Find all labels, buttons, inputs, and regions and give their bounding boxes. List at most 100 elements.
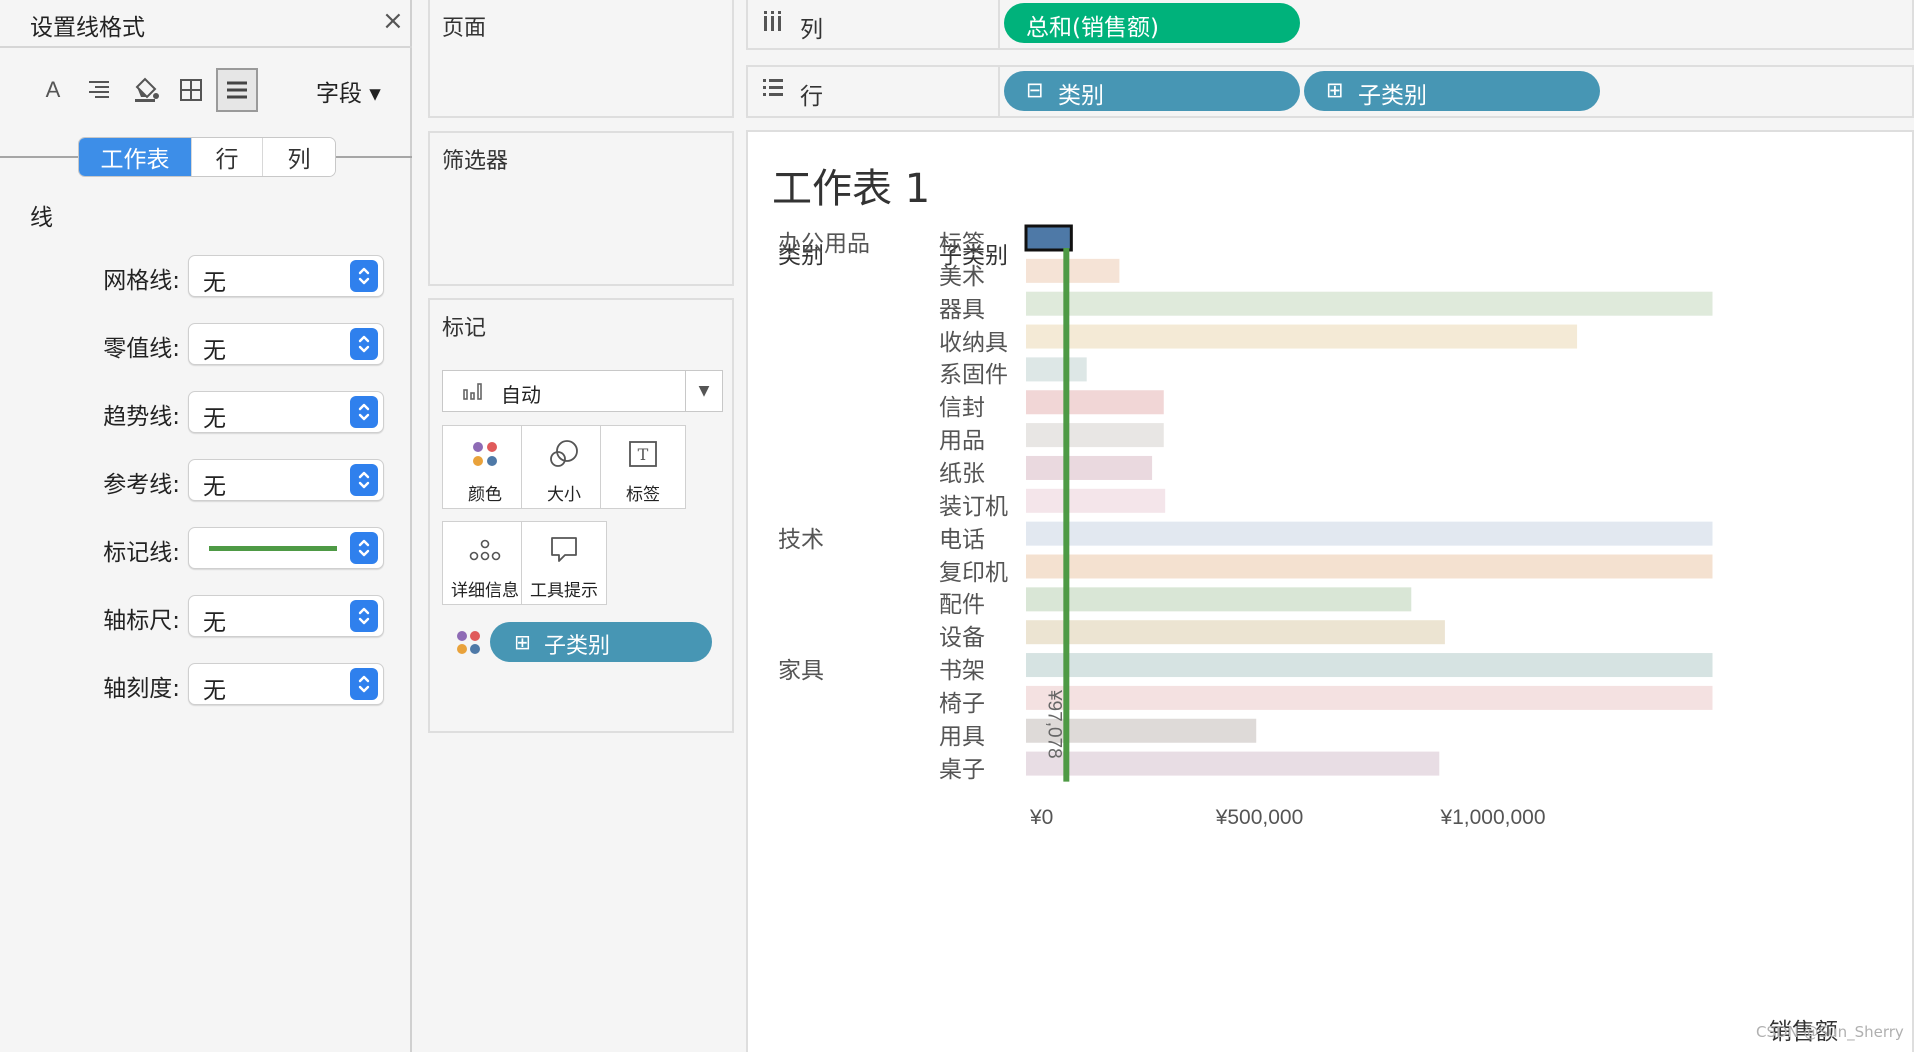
card-title: 页面: [442, 16, 487, 41]
setting-value: 无: [203, 610, 226, 636]
setting-label: 趋势线:: [103, 404, 180, 430]
stepper-icon: [350, 600, 378, 632]
pill-label: 总和(销售额): [1026, 15, 1159, 41]
bar-设备[interactable]: [1026, 620, 1445, 645]
category-pill[interactable]: ⊟ 类别: [1004, 71, 1300, 111]
pill-label: 类别: [1058, 83, 1104, 109]
columns-icon: [762, 10, 784, 38]
trend-line-select[interactable]: 无: [188, 391, 384, 433]
stepper-icon: [350, 532, 378, 564]
bar-椅子[interactable]: [1026, 685, 1713, 710]
card-title: 标记: [442, 316, 487, 341]
bar-复印机[interactable]: [1026, 554, 1713, 579]
tab-sheet[interactable]: 工作表: [79, 138, 192, 176]
detail-dots-icon: [443, 530, 527, 570]
reference-line-row: 参考线: 无: [0, 459, 412, 501]
stepper-icon: [350, 328, 378, 360]
bar-chart-icon: [463, 381, 483, 405]
close-icon[interactable]: ×: [382, 6, 404, 36]
stepper-icon: [350, 396, 378, 428]
gridlines-select[interactable]: 无: [188, 255, 384, 297]
lines-format-icon[interactable]: [216, 68, 258, 112]
bar-纸张[interactable]: [1026, 455, 1153, 480]
size-button[interactable]: 大小: [521, 425, 607, 509]
format-lines-panel: 设置线格式 × A 字段 ▾ 工作表 行 列 线 网格线: 无 零值线: 无 趋…: [0, 0, 412, 1052]
setting-value: 无: [203, 338, 226, 364]
rows-shelf: 行 ⊟ 类别 ⊞ 子类别: [746, 65, 1914, 118]
scope-tabs: 工作表 行 列: [78, 137, 336, 177]
setting-label: 网格线:: [103, 268, 180, 294]
marks-card: 标记 自动 ▼ 颜色 大小 T 标签 详细信息 工具提示: [428, 298, 734, 733]
watermark: CSDN @Sun_Sherry: [1756, 1023, 1904, 1041]
bar-用品[interactable]: [1026, 423, 1164, 448]
axis-ruler-row: 轴标尺: 无: [0, 595, 412, 637]
setting-value: 无: [203, 406, 226, 432]
rows-icon: [762, 77, 784, 103]
size-circles-icon: [522, 434, 606, 474]
tooltip-button[interactable]: 工具提示: [521, 521, 607, 605]
card-title: 筛选器: [442, 149, 509, 174]
expand-plus-icon: ⊞: [1326, 78, 1344, 102]
zero-line-select[interactable]: 无: [188, 323, 384, 365]
label-button[interactable]: T 标签: [600, 425, 686, 509]
color-dots-icon: [455, 629, 483, 662]
mark-button-label: 工具提示: [530, 581, 598, 601]
expand-plus-icon: ⊞: [514, 630, 531, 654]
mark-button-label: 大小: [547, 485, 581, 505]
stepper-icon: [350, 464, 378, 496]
subcategory-pill[interactable]: ⊞ 子类别: [1304, 71, 1600, 111]
alignment-format-icon[interactable]: [78, 68, 120, 112]
pages-card[interactable]: 页面: [428, 0, 734, 118]
worksheet-view: 工作表 1 类别 子类别 标签 办公用品 美术 器具 收纳具 系固件 信封 用品 纸张 装订机 电话…: [746, 130, 1914, 1052]
font-format-icon[interactable]: A: [32, 68, 74, 112]
color-field-pill[interactable]: ⊞ 子类别: [490, 622, 712, 662]
bar-标签[interactable]: [1024, 224, 1073, 252]
setting-value: 无: [203, 270, 226, 296]
collapse-minus-icon: ⊟: [1026, 78, 1044, 102]
shelf-label-area: 行: [748, 67, 1000, 116]
color-button[interactable]: 颜色: [442, 425, 528, 509]
bar-配件[interactable]: [1026, 587, 1412, 612]
bar-美术[interactable]: [1026, 258, 1120, 283]
sum-sales-pill[interactable]: 总和(销售额): [1004, 3, 1300, 43]
tab-columns[interactable]: 列: [263, 138, 335, 176]
pill-label: 子类别: [1358, 83, 1427, 109]
bar-桌子[interactable]: [1026, 751, 1440, 776]
bar-书架[interactable]: [1026, 653, 1713, 678]
borders-format-icon[interactable]: [170, 68, 212, 112]
bar-电话[interactable]: [1026, 521, 1713, 546]
bar-收纳具[interactable]: [1026, 324, 1578, 349]
mark-line-select[interactable]: [188, 527, 384, 569]
tab-rows[interactable]: 行: [192, 138, 263, 176]
reference-line-label: ¥97,078: [1043, 689, 1064, 759]
field-dropdown[interactable]: 字段 ▾: [316, 74, 381, 108]
setting-value: 无: [203, 474, 226, 500]
shading-format-icon[interactable]: [124, 68, 166, 112]
axis-ticks-select[interactable]: 无: [188, 663, 384, 705]
bar-信封[interactable]: [1026, 390, 1164, 415]
axis-ruler-select[interactable]: 无: [188, 595, 384, 637]
setting-label: 参考线:: [103, 472, 180, 498]
x-tick-label: ¥0: [1029, 806, 1053, 829]
mark-line-row: 标记线:: [0, 527, 412, 569]
zero-line-row: 零值线: 无: [0, 323, 412, 365]
line-color-swatch: [209, 546, 337, 551]
x-tick-label: ¥500,000: [1215, 806, 1304, 829]
color-dots-icon: [443, 434, 527, 474]
detail-button[interactable]: 详细信息: [442, 521, 528, 605]
mark-type-dropdown[interactable]: 自动 ▼: [442, 370, 723, 412]
bar-器具[interactable]: [1026, 291, 1713, 316]
mark-button-label: 标签: [626, 485, 660, 505]
filters-card[interactable]: 筛选器: [428, 131, 734, 286]
reference-line-select[interactable]: 无: [188, 459, 384, 501]
chevron-down-icon[interactable]: ▼: [685, 371, 722, 411]
gridlines-row: 网格线: 无: [0, 255, 412, 297]
setting-value: 无: [203, 678, 226, 704]
bar-装订机[interactable]: [1026, 488, 1166, 513]
pill-label: 子类别: [544, 634, 611, 659]
setting-label: 标记线:: [103, 540, 180, 566]
axis-ticks-row: 轴刻度: 无: [0, 663, 412, 705]
stepper-icon: [350, 668, 378, 700]
bar-系固件[interactable]: [1026, 357, 1087, 382]
trend-line-row: 趋势线: 无: [0, 391, 412, 433]
